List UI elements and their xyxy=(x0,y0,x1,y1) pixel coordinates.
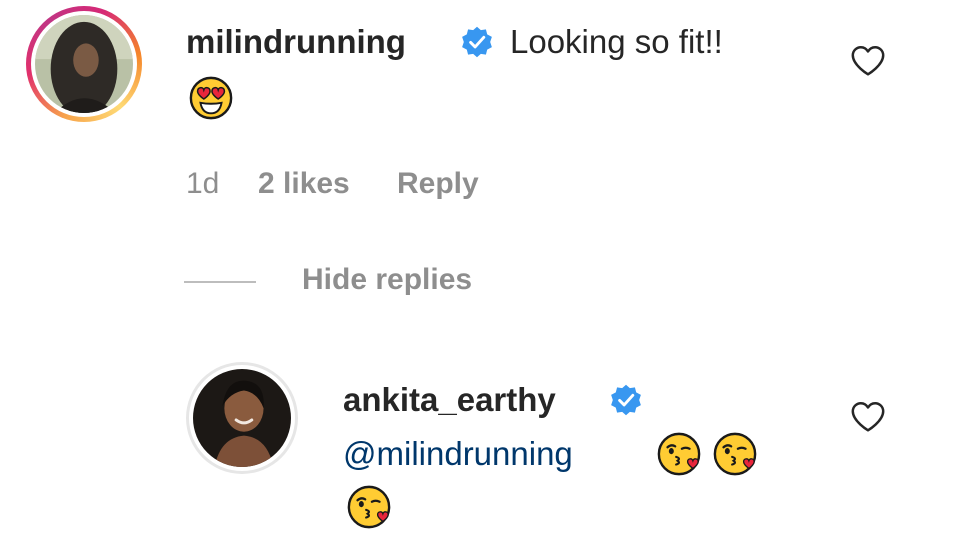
reply-button[interactable]: Reply xyxy=(397,166,479,202)
reply-mention-link[interactable]: @milindrunning xyxy=(343,434,573,474)
kiss-emoji-icon xyxy=(346,484,392,530)
verified-badge-icon xyxy=(460,25,494,59)
verified-badge-icon xyxy=(609,383,643,417)
comment-username[interactable]: milindrunning xyxy=(186,22,406,62)
avatar-ankita-earthy[interactable] xyxy=(186,362,298,474)
like-comment-heart-icon[interactable] xyxy=(849,42,887,80)
comment-thread: milindrunning Looking so fit!! 1d 2 like… xyxy=(0,0,960,540)
avatar-milindrunning[interactable] xyxy=(26,6,142,122)
hide-replies-button[interactable]: Hide replies xyxy=(302,262,472,298)
kiss-emoji-icon xyxy=(656,431,702,477)
comment-likes-count[interactable]: 2 likes xyxy=(258,166,350,202)
avatar-photo xyxy=(35,15,133,113)
heart-eyes-emoji-icon xyxy=(188,75,234,121)
comment-timestamp[interactable]: 1d xyxy=(186,166,219,202)
reply-username[interactable]: ankita_earthy xyxy=(343,380,556,420)
comment-text: Looking so fit!! xyxy=(510,23,723,60)
like-reply-heart-icon[interactable] xyxy=(849,398,887,436)
replies-divider-line xyxy=(184,281,256,283)
avatar-photo xyxy=(193,369,291,467)
kiss-emoji-icon xyxy=(712,431,758,477)
